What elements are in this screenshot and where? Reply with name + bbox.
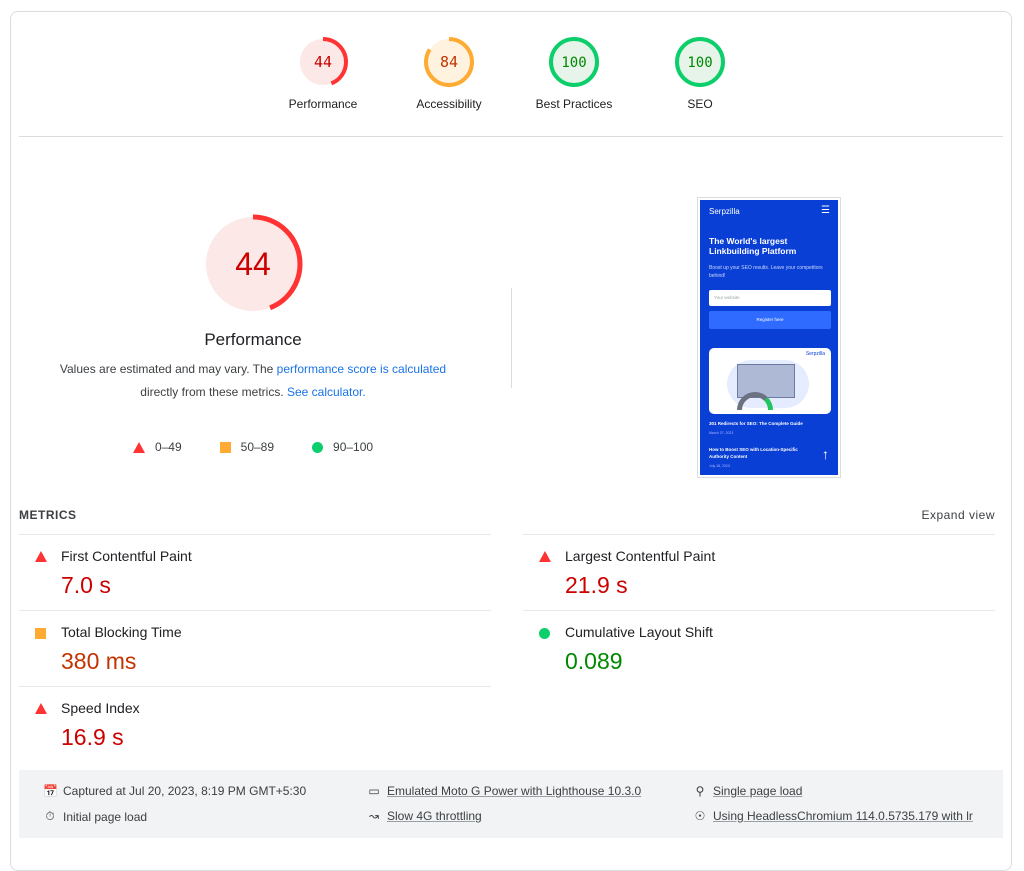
- gauge-score: 100: [561, 55, 586, 71]
- final-screenshot[interactable]: Serpzilla ☰ The World's largest Linkbuil…: [697, 197, 841, 478]
- gauge-seo[interactable]: 100 SEO: [630, 36, 770, 111]
- divider: [19, 136, 1003, 137]
- category-gauges: 44 Performance 84 Accessibility 100 Best…: [11, 12, 1011, 137]
- screenshot-post-title: How to Boost SEO with Location-Specific …: [709, 447, 798, 459]
- triangle-icon: [35, 703, 47, 714]
- gauge-score: 84: [440, 53, 458, 71]
- performance-big-gauge: 44: [203, 214, 303, 314]
- seo-gauge-ring: 100: [675, 37, 725, 87]
- screenshot-subtext: Boost up your SEO results. Leave your co…: [709, 265, 823, 279]
- legend-average: 50–89: [219, 440, 274, 454]
- see-calculator-link[interactable]: See calculator.: [287, 385, 366, 399]
- gauge-label: Best Practices: [535, 97, 613, 111]
- metric-speed-index: Speed Index 16.9 s: [19, 686, 491, 762]
- metric-value: 0.089: [565, 648, 623, 674]
- metric-name: Speed Index: [61, 700, 140, 716]
- square-icon: [35, 628, 46, 639]
- chrome-icon: ☉: [694, 809, 706, 823]
- metric-largest-contentful-paint: Largest Contentful Paint 21.9 s: [523, 534, 995, 610]
- gauge-score: 44: [314, 53, 332, 71]
- performance-score-link[interactable]: performance score is calculated: [277, 362, 446, 376]
- devices-icon: ▭: [368, 784, 380, 798]
- legend-pass: 90–100: [312, 440, 373, 454]
- illustration-brand: Serpzilla: [805, 351, 825, 357]
- screenshot-post-date: March 27, 2023: [709, 431, 734, 435]
- arrow-up-icon: ↑: [822, 446, 829, 462]
- captured-at: 📅 Captured at Jul 20, 2023, 8:19 PM GMT+…: [43, 784, 307, 798]
- triangle-icon: [132, 441, 145, 453]
- expand-view-toggle[interactable]: Expand view: [921, 508, 995, 522]
- calendar-icon: 📅: [43, 784, 58, 798]
- nodes-icon: ⚲: [695, 784, 705, 798]
- screenshot-headline: The World's largest Linkbuilding Platfor…: [709, 236, 797, 256]
- gauge-label: SEO: [687, 97, 713, 111]
- legend-fail: 0–49: [132, 440, 182, 454]
- report-card: 44 Performance 84 Accessibility 100 Best…: [10, 11, 1012, 871]
- screenshot-input: Your website: [709, 290, 831, 306]
- vertical-divider: [511, 288, 512, 388]
- signal-icon: ↝: [368, 809, 380, 823]
- emulated-device[interactable]: ▭ Emulated Moto G Power with Lighthouse …: [367, 784, 641, 798]
- metric-total-blocking-time: Total Blocking Time 380 ms: [19, 610, 491, 686]
- initial-page-load: ⏱ Initial page load: [43, 809, 147, 824]
- browser-version[interactable]: ☉ Using HeadlessChromium 114.0.5735.179 …: [693, 809, 973, 823]
- metric-value: 380 ms: [61, 648, 137, 674]
- performance-summary: 44 Performance Values are estimated and …: [11, 212, 495, 404]
- runtime-settings: 📅 Captured at Jul 20, 2023, 8:19 PM GMT+…: [19, 770, 1003, 838]
- screenshot-post-title: 301 Redirects for SEO: The Complete Guid…: [709, 421, 803, 426]
- gauge-best-practices[interactable]: 100 Best Practices: [504, 36, 644, 111]
- square-icon: [219, 441, 231, 453]
- metric-cumulative-layout-shift: Cumulative Layout Shift 0.089: [523, 610, 995, 686]
- metric-name: Total Blocking Time: [61, 624, 182, 640]
- circle-icon: [539, 628, 550, 639]
- screenshot-illustration: Serpzilla: [709, 348, 831, 414]
- gauge-label: Performance: [288, 97, 358, 111]
- gauge-performance[interactable]: 44 Performance: [253, 36, 393, 111]
- gauge-accessibility[interactable]: 84 Accessibility: [379, 36, 519, 111]
- screenshot-brand: Serpzilla: [709, 207, 740, 216]
- gauge-label: Accessibility: [416, 97, 482, 111]
- accessibility-gauge-ring: 84: [424, 37, 474, 87]
- metric-value: 21.9 s: [565, 572, 628, 598]
- performance-title: Performance: [204, 330, 302, 349]
- performance-gauge-ring: 44: [298, 37, 348, 87]
- performance-description: Values are estimated and may vary. The p…: [59, 362, 447, 399]
- screenshot-register-button: Register here: [709, 311, 831, 329]
- metric-first-contentful-paint: First Contentful Paint 7.0 s: [19, 534, 491, 610]
- metric-name: Cumulative Layout Shift: [565, 624, 713, 640]
- hamburger-icon: ☰: [821, 205, 830, 216]
- metrics-heading: METRICS: [19, 508, 77, 522]
- gauge-score: 100: [687, 55, 712, 71]
- single-page-load[interactable]: ⚲ Single page load: [693, 784, 803, 798]
- best-practices-gauge-ring: 100: [549, 37, 599, 87]
- triangle-icon: [35, 551, 47, 562]
- network-throttling[interactable]: ↝ Slow 4G throttling: [367, 809, 482, 823]
- screenshot-post-date: July 18, 2023: [709, 464, 730, 468]
- metric-value: 7.0 s: [61, 572, 111, 598]
- score-legend: 0–49 50–89 90–100: [11, 440, 495, 454]
- page-screenshot: Serpzilla ☰ The World's largest Linkbuil…: [700, 200, 838, 475]
- circle-icon: [312, 441, 324, 453]
- metric-value: 16.9 s: [61, 724, 124, 750]
- performance-big-score: 44: [235, 246, 271, 282]
- stopwatch-icon: ⏱: [45, 809, 55, 823]
- metric-name: First Contentful Paint: [61, 548, 192, 564]
- triangle-icon: [539, 551, 551, 562]
- metric-name: Largest Contentful Paint: [565, 548, 716, 564]
